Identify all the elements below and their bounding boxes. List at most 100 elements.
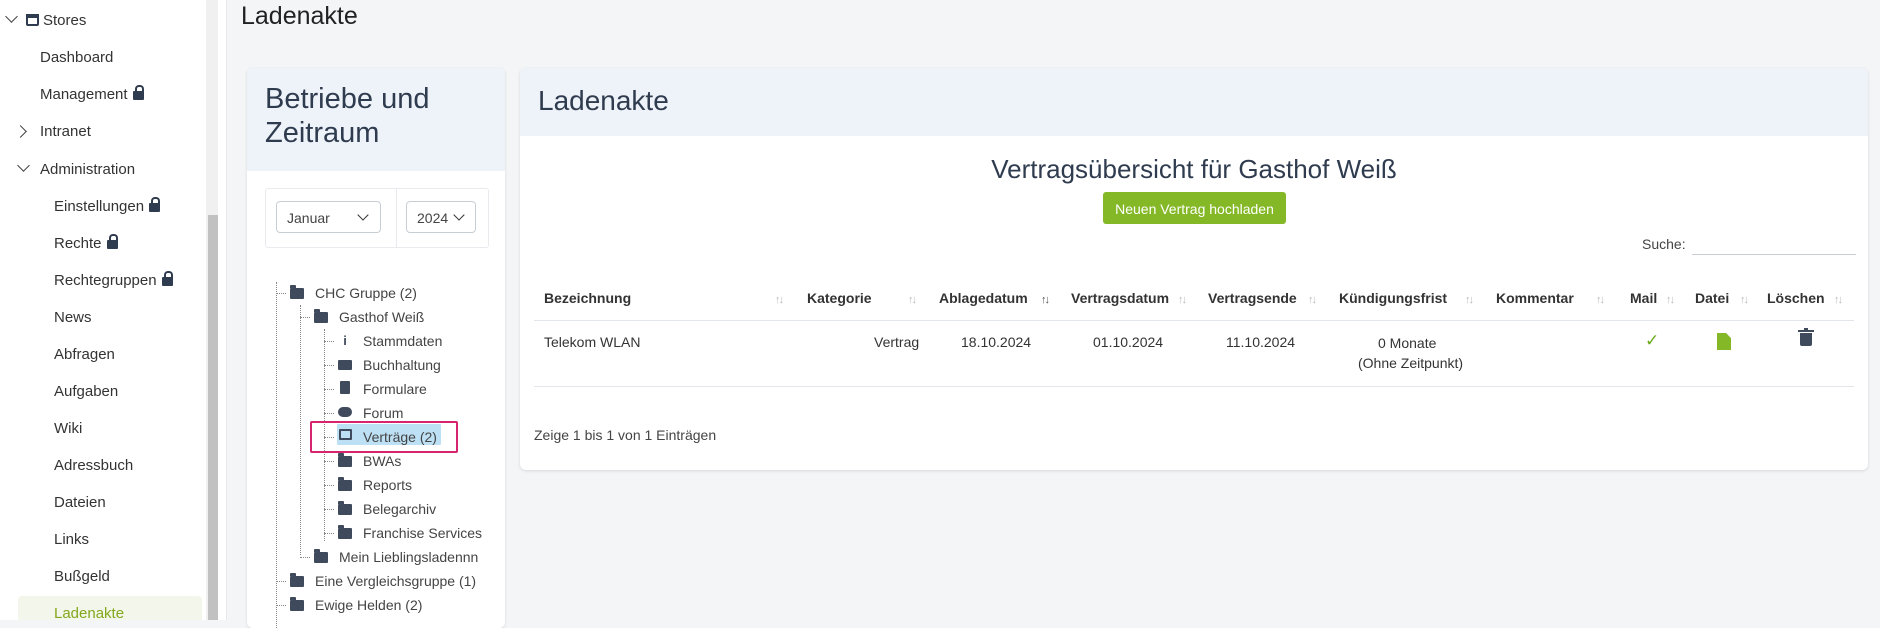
sort-icon[interactable]: ↑↓	[1465, 294, 1474, 306]
lock-icon	[161, 271, 173, 286]
sort-icon[interactable]: ↑↓	[1666, 294, 1675, 306]
tree-node-franchise-services[interactable]: Franchise Services	[363, 524, 482, 542]
sidebar-item-adressbuch[interactable]: Adressbuch	[54, 456, 133, 476]
tree-connector	[324, 341, 334, 342]
tree-node-stammdaten[interactable]: Stammdaten	[363, 332, 442, 350]
page-title: Ladenakte	[241, 2, 358, 30]
sidebar-item-stores[interactable]: Stores	[26, 11, 86, 31]
month-select[interactable]: Januar	[276, 201, 381, 233]
table-row-divider	[534, 386, 1854, 387]
tree-node-bwas[interactable]: BWAs	[363, 452, 401, 470]
tree-connector	[324, 485, 334, 486]
column-header-vertragsdatum[interactable]: Vertragsdatum	[1071, 290, 1169, 306]
tree-connector	[324, 389, 334, 390]
chevron-down-icon[interactable]	[17, 159, 30, 172]
chevron-right-icon[interactable]	[14, 125, 27, 138]
sidebar-scrollbar[interactable]	[206, 0, 218, 620]
scrollbar-thumb[interactable]	[208, 215, 218, 620]
sidebar-item-label: Management	[40, 86, 128, 103]
sidebar-item-management[interactable]: Management	[40, 85, 144, 105]
tree-connector	[300, 557, 310, 558]
sidebar-item-aufgaben[interactable]: Aufgaben	[54, 382, 118, 402]
sidebar-item-dashboard[interactable]: Dashboard	[40, 48, 113, 68]
sidebar: Stores Dashboard Management Intranet Adm…	[0, 0, 206, 620]
tree-connector	[324, 533, 334, 534]
column-header-ablagedatum[interactable]: Ablagedatum	[939, 290, 1028, 306]
chevron-down-icon[interactable]	[5, 10, 18, 23]
sort-icon[interactable]: ↑↓	[1041, 294, 1050, 306]
year-select[interactable]: 2024	[406, 201, 476, 233]
column-header-datei[interactable]: Datei	[1695, 290, 1729, 306]
sidebar-item-wiki[interactable]: Wiki	[54, 419, 82, 439]
sidebar-item-dateien[interactable]: Dateien	[54, 493, 106, 513]
sidebar-item-rechte[interactable]: Rechte	[54, 234, 118, 254]
year-value: 2024	[417, 210, 449, 226]
column-header-vertragsende[interactable]: Vertragsende	[1208, 290, 1297, 306]
upload-contract-button[interactable]: Neuen Vertrag hochladen	[1103, 192, 1286, 224]
cell-vertragsende: 11.10.2024	[1226, 334, 1296, 350]
panel-header: Ladenakte	[520, 68, 1868, 136]
tree-node-lieblingsladen[interactable]: Mein Lieblingsladennn	[339, 548, 478, 566]
sidebar-item-links[interactable]: Links	[54, 530, 89, 550]
sort-icon[interactable]: ↑↓	[1308, 294, 1317, 306]
column-header-bezeichnung[interactable]: Bezeichnung	[544, 290, 631, 306]
sidebar-item-label: Stores	[43, 12, 87, 29]
folder-icon	[290, 573, 304, 587]
tree-node-vergleichsgruppe[interactable]: Eine Vergleichsgruppe (1)	[315, 572, 476, 590]
sidebar-edge	[218, 0, 227, 620]
tree-node-chc-gruppe[interactable]: CHC Gruppe (2)	[315, 284, 417, 302]
sidebar-item-rechtegruppen[interactable]: Rechtegruppen	[54, 271, 173, 291]
search-input[interactable]	[1692, 228, 1856, 255]
column-header-mail[interactable]: Mail	[1630, 290, 1657, 306]
sort-icon[interactable]: ↑↓	[1740, 294, 1749, 306]
tree-node-gasthof-weiss[interactable]: Gasthof Weiß	[339, 308, 424, 326]
sidebar-item-einstellungen[interactable]: Einstellungen	[54, 197, 161, 217]
lock-icon	[132, 85, 144, 100]
sort-icon[interactable]: ↑↓	[775, 294, 784, 306]
betriebe-panel: Betriebe und Zeitraum Januar 2024 CHC Gr…	[247, 68, 505, 628]
chevron-down-icon	[357, 209, 369, 221]
sort-icon[interactable]: ↑↓	[908, 294, 917, 306]
tree-node-formulare[interactable]: Formulare	[363, 380, 427, 398]
tree-connector	[324, 461, 334, 462]
column-header-kategorie[interactable]: Kategorie	[807, 290, 872, 306]
table-info: Zeige 1 bis 1 von 1 Einträgen	[534, 427, 717, 443]
check-icon: ✓	[1645, 331, 1660, 350]
sort-icon[interactable]: ↑↓	[1834, 294, 1843, 306]
sidebar-item-label: Rechtegruppen	[54, 272, 157, 289]
store-icon	[26, 14, 39, 26]
tree-node-belegarchiv[interactable]: Belegarchiv	[363, 500, 436, 518]
filter-divider	[396, 189, 397, 247]
tree-node-buchhaltung[interactable]: Buchhaltung	[363, 356, 441, 374]
sidebar-item-abfragen[interactable]: Abfragen	[54, 345, 115, 365]
column-header-kuendigungsfrist[interactable]: Kündigungsfrist	[1339, 290, 1447, 306]
trash-icon[interactable]	[1798, 328, 1814, 346]
column-header-kommentar[interactable]: Kommentar	[1496, 290, 1574, 306]
sidebar-item-administration[interactable]: Administration	[40, 160, 135, 180]
tree-node-reports[interactable]: Reports	[363, 476, 412, 494]
lock-icon	[149, 197, 161, 212]
folder-icon	[338, 453, 352, 467]
sidebar-item-bussgeld[interactable]: Bußgeld	[54, 567, 110, 587]
sort-icon[interactable]: ↑↓	[1596, 294, 1605, 306]
sidebar-item-intranet[interactable]: Intranet	[40, 122, 91, 142]
sidebar-item-news[interactable]: News	[54, 308, 92, 328]
cell-vertragsdatum: 01.10.2024	[1093, 334, 1164, 350]
tree-connector	[276, 282, 277, 628]
contract-overview-title: Vertragsübersicht für Gasthof Weiß	[991, 154, 1397, 184]
table-header-divider	[534, 320, 1854, 321]
tree-node-forum[interactable]: Forum	[363, 404, 403, 422]
cell-bezeichnung: Telekom WLAN	[544, 334, 641, 350]
column-header-loeschen[interactable]: Löschen	[1767, 290, 1825, 306]
tree-node-ewige-helden[interactable]: Ewige Helden (2)	[315, 596, 422, 614]
tree-connector	[276, 605, 286, 606]
tree-connector	[300, 305, 301, 555]
tree-connector	[300, 317, 310, 318]
sort-icon[interactable]: ↑↓	[1178, 294, 1187, 306]
sidebar-item-ladenakte[interactable]: Ladenakte	[54, 604, 124, 620]
tree-connector	[276, 293, 286, 294]
folder-icon	[290, 285, 304, 299]
pdf-icon[interactable]	[1717, 333, 1731, 350]
tree-connector	[324, 509, 334, 510]
panel-title: Ladenakte	[538, 85, 669, 116]
